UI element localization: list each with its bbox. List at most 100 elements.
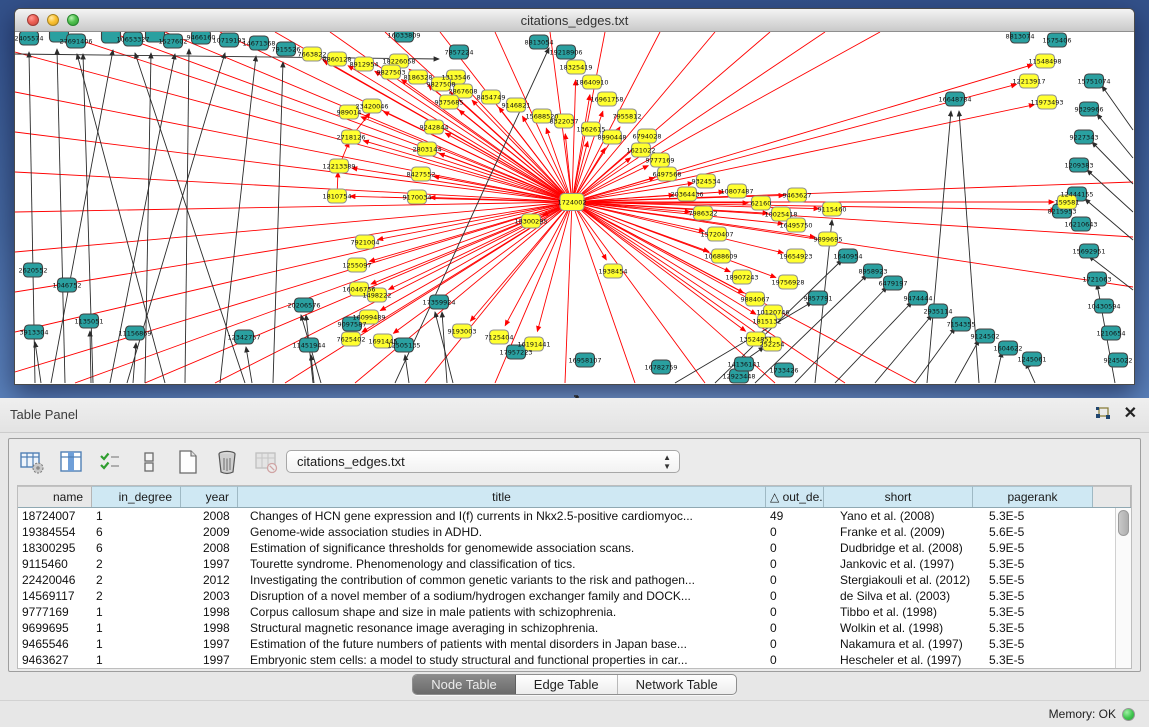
- table-scrollbar[interactable]: [1115, 508, 1131, 668]
- new-table-icon[interactable]: [173, 447, 203, 477]
- graph-node-label: 9899695: [814, 235, 843, 243]
- graph-node-label: 7857224: [445, 48, 474, 56]
- graph-node-label: 1640954: [834, 252, 863, 260]
- table-cell: 0: [766, 524, 824, 540]
- table-cell: 9465546: [18, 636, 92, 652]
- column-header-filler: [1093, 486, 1131, 507]
- graph-node-label: 1575406: [1043, 36, 1072, 44]
- table-cell: 0: [766, 604, 824, 620]
- table-cell: 22420046: [18, 572, 92, 588]
- graph-node-label: 1938454: [599, 267, 628, 275]
- node-table: name in_degree year title △ out_de... sh…: [17, 485, 1132, 669]
- column-header-out-degree[interactable]: △ out_de...: [766, 486, 824, 507]
- close-panel-icon[interactable]: ✕: [1124, 406, 1137, 422]
- graph-node-label: 15720407: [700, 230, 733, 238]
- table-cell: Hescheler et al. (1997): [824, 652, 973, 668]
- table-rows[interactable]: 1872400712008Changes of HCN gene express…: [18, 508, 1115, 668]
- show-columns-icon[interactable]: [134, 447, 164, 477]
- table-cell: 6: [92, 540, 181, 556]
- table-row[interactable]: 1938455462009Genome-wide association stu…: [18, 524, 1115, 540]
- table-cell: 1997: [181, 636, 238, 652]
- table-row[interactable]: 1872400712008Changes of HCN gene express…: [18, 508, 1115, 524]
- table-cell: Embryonic stem cells: a model to study s…: [238, 652, 766, 668]
- graph-node-label: 9375685: [435, 98, 464, 106]
- network-window-titlebar[interactable]: citations_edges.txt: [15, 9, 1134, 32]
- graph-node-label: 9242844: [420, 123, 449, 131]
- graph-node-label: 1362615: [577, 125, 606, 133]
- table-cell: Nakamura et al. (1997): [824, 636, 973, 652]
- graph-node-label: 16958107: [568, 356, 601, 364]
- graph-node-label: 989014: [337, 108, 362, 116]
- table-row[interactable]: 1456911722003Disruption of a novel membe…: [18, 588, 1115, 604]
- table-cell: Dudbridge et al. (2008): [824, 540, 973, 556]
- graph-node-label: 9827503: [377, 68, 406, 76]
- graph-node-label: 12213917: [1012, 77, 1045, 85]
- table-row[interactable]: 946362711997Embryonic stem cells: a mode…: [18, 652, 1115, 668]
- graph-node-label: 20206576: [287, 301, 320, 309]
- table-cell: 9463627: [18, 652, 92, 668]
- network-window[interactable]: citations_edges.txt 24055742769140610653…: [14, 8, 1135, 385]
- table-cell: 2012: [181, 572, 238, 588]
- graph-node-label: 2803144: [413, 145, 442, 153]
- tab-node-table[interactable]: Node Table: [413, 675, 516, 694]
- graph-node-label: 1721063: [1083, 275, 1112, 283]
- table-cell: 1: [92, 620, 181, 636]
- table-scrollbar-thumb[interactable]: [1118, 510, 1129, 536]
- column-header-name[interactable]: name: [18, 486, 92, 507]
- graph-node-label: 1209383: [1065, 161, 1094, 169]
- graph-node-label: 9329966: [1075, 105, 1104, 113]
- graph-node-label: 10430594: [1087, 302, 1120, 310]
- column-header-year[interactable]: year: [181, 486, 238, 507]
- delete-column-icon[interactable]: [212, 447, 242, 477]
- table-panel-title: Table Panel: [10, 407, 78, 422]
- graph-node-label: 8322037: [550, 117, 579, 125]
- table-row[interactable]: 911546021997Tourette syndrome. Phenomeno…: [18, 556, 1115, 572]
- graph-node-label: 9324534: [692, 177, 721, 185]
- table-cell: 9699695: [18, 620, 92, 636]
- table-row[interactable]: 2242004622012Investigating the contribut…: [18, 572, 1115, 588]
- graph-node-label: 19654923: [779, 252, 812, 260]
- graph-node-label: 17957223: [499, 348, 532, 356]
- table-cell: 2008: [181, 540, 238, 556]
- select-columns-icon[interactable]: [95, 447, 125, 477]
- graph-node-label: 19218906: [549, 48, 582, 56]
- graph-node-label: 11451944: [292, 341, 325, 349]
- graph-node-label: 12923448: [722, 372, 755, 380]
- table-cell: Investigating the contribution of common…: [238, 572, 766, 588]
- graph-node-label: 6794028: [633, 132, 662, 140]
- table-row[interactable]: 1830029562008Estimation of significance …: [18, 540, 1115, 556]
- graph-node-label: 8813054: [525, 38, 554, 46]
- graph-node-label: 16782759: [644, 363, 677, 371]
- graph-node-label: 20364436: [670, 190, 703, 198]
- column-header-pagerank[interactable]: pagerank: [973, 486, 1093, 507]
- table-cell: 0: [766, 588, 824, 604]
- network-view[interactable]: 2405574276914061065332715276029466160107…: [15, 32, 1134, 384]
- table-cell: 0: [766, 636, 824, 652]
- table-cell: 6: [92, 524, 181, 540]
- graph-node-label: 16191441: [517, 340, 550, 348]
- table-select-dropdown[interactable]: citations_edges.txt ▲▼: [286, 450, 680, 473]
- table-panel-header[interactable]: Table Panel ✕: [0, 398, 1149, 433]
- table-row[interactable]: 969969511998Structural magnetic resonanc…: [18, 620, 1115, 636]
- table-cell: Tibbo et al. (1998): [824, 604, 973, 620]
- graph-node-label: 7921004: [351, 238, 380, 246]
- column-header-short[interactable]: short: [824, 486, 973, 507]
- column-header-title[interactable]: title: [238, 486, 766, 507]
- column-header-in-degree[interactable]: in_degree: [92, 486, 181, 507]
- table-cell: 14569117: [18, 588, 92, 604]
- graph-node-label: 9245022: [1104, 356, 1133, 364]
- graph-node-label: 16099489: [352, 313, 385, 321]
- graph-node-label: 8454749: [477, 93, 506, 101]
- column-settings-icon[interactable]: [56, 447, 86, 477]
- table-cell: Genome-wide association studies in ADHD.: [238, 524, 766, 540]
- graph-node-label: 11548498: [1028, 57, 1061, 65]
- tab-network-table[interactable]: Network Table: [618, 675, 736, 694]
- table-row[interactable]: 946554611997Estimation of the future num…: [18, 636, 1115, 652]
- tab-edge-table[interactable]: Edge Table: [516, 675, 618, 694]
- table-cell: 1: [92, 508, 181, 524]
- table-row[interactable]: 977716911998Corpus callosum shape and si…: [18, 604, 1115, 620]
- network-graph-svg[interactable]: 2405574276914061065332715276029466160107…: [15, 32, 1134, 384]
- table-settings-icon[interactable]: [17, 447, 47, 477]
- float-panel-icon[interactable]: [1094, 406, 1112, 422]
- graph-node-label: 9097587: [338, 320, 367, 328]
